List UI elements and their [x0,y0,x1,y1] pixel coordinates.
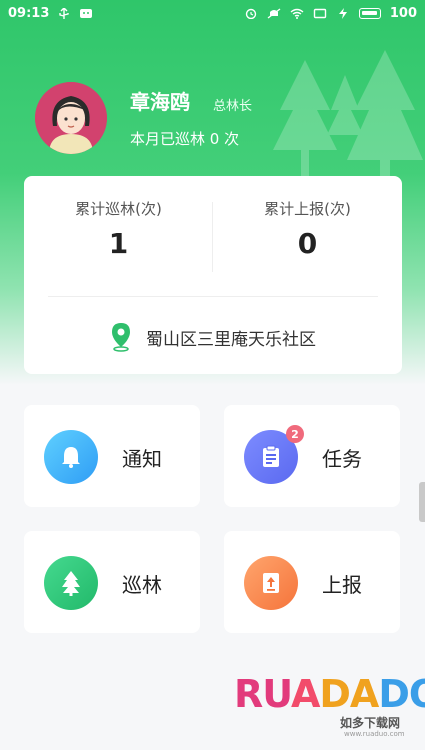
usb-icon [59,7,70,19]
tree-icon [44,556,98,610]
notice-label: 通知 [122,447,162,471]
task-badge: 2 [286,425,304,443]
bell-icon [44,430,98,484]
battery-level: 100 [389,5,417,21]
task-tile[interactable]: 2 任务 [224,405,400,507]
monthly-patrol-count: 本月已巡林 0 次 [130,130,240,148]
location-text: 蜀山区三里庵天乐社区 [146,329,316,350]
total-reports-stat: 累计上报(次) 0 [213,198,402,260]
total-patrols-stat: 累计巡林(次) 1 [24,198,213,260]
patrol-label: 巡林 [122,573,162,597]
user-avatar-icon [35,82,107,154]
watermark-url: www.ruaduo.com [344,730,405,738]
total-reports-value: 0 [297,227,318,260]
location-pin-icon [112,323,130,352]
notice-tile[interactable]: 通知 [24,405,200,507]
total-patrols-label: 累计巡林(次) [75,200,162,218]
user-name: 章海鸥 [130,90,190,114]
battery-icon [358,7,381,19]
screen-icon [313,8,327,18]
total-patrols-value: 1 [108,227,129,260]
patrol-tile[interactable]: 巡林 [24,531,200,633]
location-row[interactable]: 蜀山区三里庵天乐社区 [24,322,402,352]
summary-card: 累计巡林(次) 1 累计上报(次) 0 蜀山区三里庵天乐社区 [24,176,402,374]
watermark-brand: RUADADO [234,672,425,716]
avatar[interactable] [35,82,107,154]
total-reports-label: 累计上报(次) [264,200,351,218]
charging-icon [338,7,347,19]
report-tile[interactable]: 上报 [224,531,400,633]
forest-decoration-icon [273,50,423,188]
report-label: 上报 [322,573,362,597]
notification-app-icon [80,8,93,18]
watermark-subtitle: 如多下载网 [340,716,401,730]
mute-icon [267,7,281,19]
task-label: 任务 [322,447,362,471]
watermark-logo: RUADADO 如多下载网 www.ruaduo.com [234,668,425,738]
upload-doc-icon [244,556,298,610]
user-role: 总林长 [213,99,253,114]
status-bar: 09:13 100 [0,0,425,26]
alarm-icon [245,8,257,19]
wifi-icon [290,8,304,19]
side-drawer-handle[interactable] [419,482,425,522]
card-divider [48,296,378,297]
status-time: 09:13 [8,5,50,21]
